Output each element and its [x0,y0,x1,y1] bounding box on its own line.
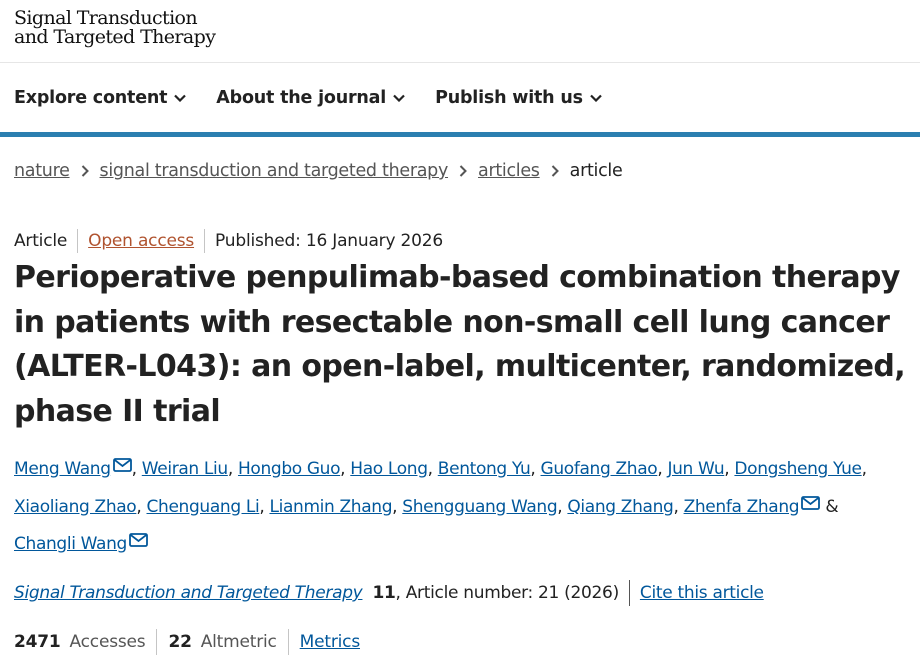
main-nav: Explore content About the journal Publis… [0,63,920,137]
author-link[interactable]: Weiran Liu [142,459,228,479]
open-access-link[interactable]: Open access [88,231,194,251]
journal-citation: Signal Transduction and Targeted Therapy… [14,580,764,606]
author-link[interactable]: Dongsheng Yue [734,459,862,479]
author-link[interactable]: Xiaoliang Zhao [14,497,137,517]
author-item: Qiang Zhang, [567,496,679,517]
metrics-link[interactable]: Metrics [300,632,361,652]
breadcrumb: nature signal transduction and targeted … [14,161,623,181]
chevron-down-icon [174,94,187,102]
author-item: Dongsheng Yue, [734,459,867,479]
journal-name-link[interactable]: Signal Transduction and Targeted Therapy [14,583,363,603]
author-link[interactable]: Changli Wang [14,534,127,554]
meta-divider [77,229,79,253]
chevron-down-icon [590,94,602,102]
chevron-right-icon [459,165,467,177]
metrics-divider [156,629,158,655]
authors-and: & [825,496,839,517]
author-link[interactable]: Zhenfa Zhang [684,497,800,517]
meta-divider [204,229,206,253]
metrics-divider [287,629,289,655]
published-date: Published: 16 January 2026 [215,231,443,251]
breadcrumb-current: article [569,161,623,181]
author-item: Xiaoliang Zhao, [14,496,142,517]
nav-label: Explore content [14,87,168,108]
author-item: Meng Wang, [14,458,137,479]
article-meta: Article Open access Published: 16 Januar… [14,229,443,253]
author-item: Hao Long, [350,459,433,479]
author-item: Guofang Zhao, [540,459,663,479]
article-type: Article [14,231,68,251]
envelope-icon[interactable] [801,495,821,510]
breadcrumb-nature[interactable]: nature [14,161,70,181]
author-item: Zhenfa Zhang & [684,495,839,517]
nav-label: Publish with us [435,87,583,108]
author-link[interactable]: Shengguang Wang [402,497,557,517]
author-item: Hongbo Guo, [237,459,346,479]
altmetric-label: Altmetric [200,632,277,652]
author-link[interactable]: Guofang Zhao [541,459,658,479]
author-link[interactable]: Jun Wu [667,459,724,479]
accesses-label: Accesses [69,632,146,652]
nav-explore-content[interactable]: Explore content [14,87,187,108]
breadcrumb-journal[interactable]: signal transduction and targeted therapy [100,161,449,181]
author-link[interactable]: Meng Wang [14,459,111,479]
author-link[interactable]: Chenguang Li [147,497,260,517]
nav-label: About the journal [216,87,387,108]
article-title: Perioperative penpulimab-based combinati… [14,260,906,429]
nav-publish-with-us[interactable]: Publish with us [435,88,602,108]
author-link[interactable]: Lianmin Zhang [269,497,392,517]
chevron-right-icon [551,165,559,177]
author-item: Shengguang Wang, [402,496,563,517]
author-item: Lianmin Zhang, [269,496,398,517]
author-item: Weiran Liu, [141,459,233,479]
author-link[interactable]: Bentong Yu [438,459,531,479]
author-item: Bentong Yu, [437,459,536,479]
site-header: Signal Transduction and Targeted Therapy [0,0,920,63]
altmetric-count: 22 [168,632,192,652]
author-item: Jun Wu, [667,459,730,479]
logo-line-2: and Targeted Therapy [14,26,216,48]
author-item: Chenguang Li, [146,496,265,517]
envelope-icon[interactable] [112,458,132,472]
journal-logo[interactable]: Signal Transduction and Targeted Therapy [14,9,216,48]
author-link[interactable]: Hongbo Guo [238,459,341,479]
breadcrumb-articles[interactable]: articles [478,161,540,181]
author-item: Changli Wang [14,533,148,554]
author-link[interactable]: Qiang Zhang [567,497,673,517]
article-metrics: 2471 Accesses 22 Altmetric Metrics [14,629,360,655]
chevron-right-icon [81,165,89,177]
author-link[interactable]: Hao Long [350,459,428,479]
cite-this-article-link[interactable]: Cite this article [640,583,764,603]
journal-volume: 11 [372,583,396,603]
accesses-count: 2471 [14,632,61,652]
chevron-down-icon [393,94,405,102]
citation-divider [628,580,630,606]
article-number: , Article number: 21 (2026) [395,583,620,603]
nav-about-journal[interactable]: About the journal [216,88,405,108]
envelope-icon[interactable] [129,533,148,547]
author-list: Meng Wang, Weiran Liu, Hongbo Guo, Hao L… [14,451,914,564]
